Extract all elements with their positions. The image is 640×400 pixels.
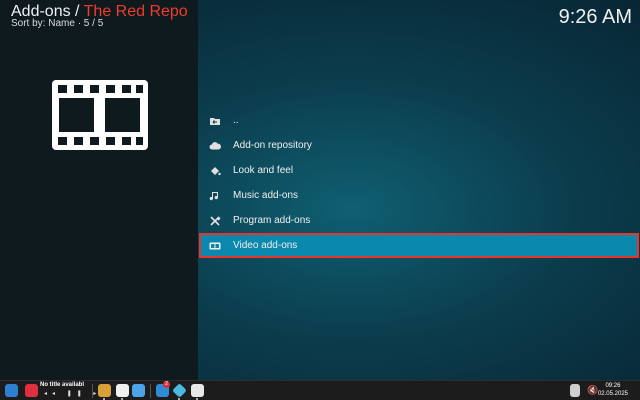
sort-info: Sort by: Name · 5 / 5 xyxy=(11,18,104,29)
system-app-icon[interactable] xyxy=(191,384,204,397)
list-item-label: Program add-ons xyxy=(233,215,311,226)
trash-icon[interactable] xyxy=(570,384,580,397)
volume-muted-icon[interactable]: 🔇 xyxy=(587,385,598,396)
film-strip-icon xyxy=(52,80,148,150)
list-item-addon-repository[interactable]: Add-on repository xyxy=(199,133,639,158)
left-info-panel xyxy=(0,0,198,380)
tray-date: 02.05.2025 xyxy=(597,391,628,397)
tray-clock[interactable]: 09:26 02.05.2025 xyxy=(598,382,628,398)
list-item-label: Video add-ons xyxy=(233,240,298,251)
taskbar-separator xyxy=(92,384,93,398)
tools-icon xyxy=(208,214,222,228)
list-item-label: Look and feel xyxy=(233,165,294,176)
list-item-look-and-feel[interactable]: Look and feel xyxy=(199,158,639,183)
notification-badge: 2 xyxy=(163,381,170,388)
list-item-video-addons[interactable]: Video add-ons xyxy=(199,233,639,258)
list-item-music-addons[interactable]: Music add-ons xyxy=(199,183,639,208)
browser-app-icon[interactable] xyxy=(116,384,129,397)
folder-back-icon xyxy=(208,114,222,128)
clock: 9:26 AM xyxy=(558,6,632,28)
start-menu-icon[interactable] xyxy=(5,384,18,397)
media-title: No title availabl xyxy=(40,382,85,388)
photos-app-icon[interactable] xyxy=(98,384,111,397)
film-icon xyxy=(208,239,222,253)
list-item-label: Add-on repository xyxy=(233,140,312,151)
addon-category-list: .. Add-on repository Look and feel Music… xyxy=(199,108,639,258)
paint-bucket-icon xyxy=(208,164,222,178)
list-item-parent[interactable]: .. xyxy=(199,108,639,133)
tray-time: 09:26 xyxy=(605,383,621,389)
kodi-app-icon[interactable] xyxy=(172,383,187,398)
files-app-icon[interactable] xyxy=(132,384,145,397)
list-item-label: Music add-ons xyxy=(233,190,299,201)
list-item-label: .. xyxy=(233,115,239,126)
list-item-program-addons[interactable]: Program add-ons xyxy=(199,208,639,233)
taskbar-separator xyxy=(150,384,151,398)
music-app-icon[interactable] xyxy=(25,384,38,397)
music-note-icon xyxy=(208,189,222,203)
cloud-icon xyxy=(208,139,222,153)
system-taskbar: No title availabl ◂◂ ❚❚ ▸▸ 2 🔇 09:26 02.… xyxy=(0,380,640,400)
